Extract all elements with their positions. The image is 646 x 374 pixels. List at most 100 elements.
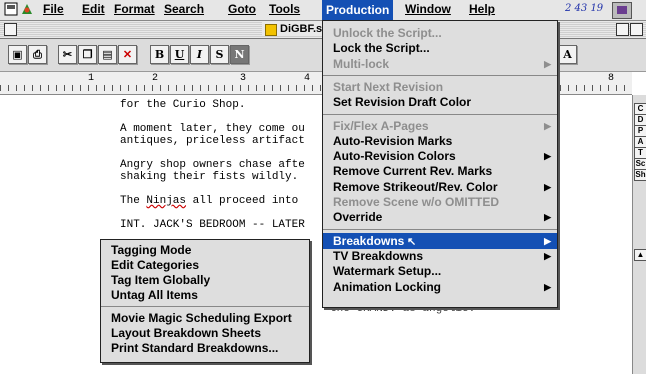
submenu-arrow-icon: ▶ xyxy=(544,181,551,192)
menu-item-override[interactable]: Override ▶ xyxy=(323,209,557,225)
ruler-mark: 4 xyxy=(304,73,311,84)
menu-item-label: Animation Locking xyxy=(333,279,441,294)
menu-tools[interactable]: Tools xyxy=(269,2,300,16)
menu-item-label: Breakdowns xyxy=(333,233,405,248)
menu-item-animation-locking[interactable]: Animation Locking ▶ xyxy=(323,279,557,295)
copy-icon[interactable]: ❐ xyxy=(78,45,97,64)
normal-button[interactable]: N xyxy=(230,45,249,64)
menu-item-remove-scene-w-o-omitted: Remove Scene w/o OMITTED xyxy=(323,194,557,210)
breakdowns-submenu: Tagging Mode Edit Categories Tag Item Glob… xyxy=(100,239,310,363)
print-icon[interactable]: ⎙ xyxy=(28,45,47,64)
menu-item-auto-revision-colors[interactable]: Auto-Revision Colors ▶ xyxy=(323,148,557,164)
apple-menu-icon[interactable] xyxy=(4,2,18,16)
submenu-arrow-icon: ▶ xyxy=(544,235,551,246)
menu-item-fix-flex-a-pages: Fix/Flex A-Pages ▶ xyxy=(323,118,557,134)
app-menu-icon[interactable] xyxy=(20,2,34,16)
menu-item-label: Remove Current Rev. Marks xyxy=(333,164,493,179)
zoom-box[interactable] xyxy=(616,23,629,36)
menu-item-remove-strikeout-rev-color[interactable]: Remove Strikeout/Rev. Color ▶ xyxy=(323,179,557,195)
menu-item-label: Lock the Script... xyxy=(333,41,430,56)
menu-item-layout-breakdown-sheets[interactable]: Layout Breakdown Sheets xyxy=(101,325,309,341)
menu-item-label: Set Revision Draft Color xyxy=(333,95,472,110)
menu-item-start-next-revision: Start Next Revision xyxy=(323,79,557,95)
clock: 2 43 19 xyxy=(565,3,604,14)
menu-goto[interactable]: Goto xyxy=(228,2,256,16)
strike-button[interactable]: S xyxy=(210,45,229,64)
menu-separator xyxy=(323,228,557,230)
scroll-up-arrow-icon[interactable]: ▲ xyxy=(634,249,646,261)
submenu-arrow-icon: ▶ xyxy=(544,120,551,131)
ruler-mark: 1 xyxy=(88,73,95,84)
close-box[interactable] xyxy=(4,23,17,36)
menu-separator xyxy=(323,74,557,76)
menu-bar: File Edit Format Search Goto Tools Produ… xyxy=(0,0,646,21)
script-line: The Ninjas all proceed into xyxy=(120,195,299,207)
menu-item-label: Auto-Revision Marks xyxy=(333,133,453,148)
menu-item-label: Start Next Revision xyxy=(333,79,444,94)
menu-item-watermark-setup[interactable]: Watermark Setup... xyxy=(323,263,557,279)
ruler-mark: 3 xyxy=(240,73,247,84)
menu-production[interactable]: Production xyxy=(322,0,394,20)
menu-help[interactable]: Help xyxy=(469,2,495,16)
italic-button[interactable]: I xyxy=(190,45,209,64)
menu-item-tv-breakdowns[interactable]: TV Breakdowns ▶ xyxy=(323,248,557,264)
script-line: INT. JACK'S BEDROOM -- LATER xyxy=(120,219,305,231)
scroll-tab-sh[interactable]: Sh xyxy=(634,169,646,181)
script-line: for the Curio Shop. xyxy=(120,99,246,111)
menu-item-breakdowns[interactable]: Breakdowns ▶ ↖ xyxy=(323,232,557,249)
menu-item-label: Movie Magic Scheduling Export xyxy=(111,311,292,325)
save-icon[interactable]: ▣ xyxy=(8,45,27,64)
submenu-arrow-icon: ▶ xyxy=(544,151,551,162)
window-title-text: DiGBF.s xyxy=(280,23,323,35)
menu-edit[interactable]: Edit xyxy=(82,2,105,16)
menu-search[interactable]: Search xyxy=(164,2,204,16)
script-line: Angry shop owners chase afte xyxy=(120,159,305,171)
menu-item-movie-magic-scheduling-export[interactable]: Movie Magic Scheduling Export xyxy=(101,310,309,326)
ruler-mark: 2 xyxy=(152,73,159,84)
app-switcher-icon[interactable] xyxy=(612,2,632,19)
menu-item-untag-all-items[interactable]: Untag All Items xyxy=(101,287,309,303)
script-line: shaking their fists wildly. xyxy=(120,171,299,183)
menu-item-print-standard-breakdowns[interactable]: Print Standard Breakdowns... xyxy=(101,340,309,356)
menu-item-label: Edit Categories xyxy=(111,258,200,272)
window-title: DiGBF.s xyxy=(262,22,327,36)
menu-window[interactable]: Window xyxy=(405,2,451,16)
menu-item-set-revision-draft-color[interactable]: Set Revision Draft Color xyxy=(323,94,557,110)
menu-item-tag-item-globally[interactable]: Tag Item Globally xyxy=(101,272,309,288)
cut-icon[interactable]: ✂ xyxy=(58,45,77,64)
menu-item-label: Tagging Mode xyxy=(111,243,192,257)
toolbar-right-button[interactable]: A xyxy=(558,45,577,64)
menu-separator xyxy=(323,113,557,115)
menu-item-label: Watermark Setup... xyxy=(333,264,442,279)
menu-item-label: Print Standard Breakdowns... xyxy=(111,341,279,355)
menu-item-label: Remove Strikeout/Rev. Color xyxy=(333,179,498,194)
menu-item-label: Override xyxy=(333,210,383,225)
production-menu: Unlock the Script... Lock the Script... Mu… xyxy=(322,20,558,308)
document-icon xyxy=(265,24,277,36)
menu-item-auto-revision-marks[interactable]: Auto-Revision Marks xyxy=(323,133,557,149)
menu-item-label: Remove Scene w/o OMITTED xyxy=(333,195,500,209)
menu-format[interactable]: Format xyxy=(114,2,155,16)
menu-item-label: Multi-lock xyxy=(333,56,389,71)
submenu-arrow-icon: ▶ xyxy=(544,58,551,69)
menu-item-label: TV Breakdowns xyxy=(333,248,424,263)
ruler-mark: 8 xyxy=(608,73,615,84)
bold-button[interactable]: B xyxy=(150,45,169,64)
paste-icon[interactable]: ▤ xyxy=(98,45,117,64)
menu-item-label: Layout Breakdown Sheets xyxy=(111,326,262,340)
submenu-arrow-icon: ▶ xyxy=(544,212,551,223)
clear-icon[interactable]: ✕ xyxy=(118,45,137,64)
submenu-arrow-icon: ▶ xyxy=(544,250,551,261)
menu-item-edit-categories[interactable]: Edit Categories xyxy=(101,257,309,273)
menu-item-label: Tag Item Globally xyxy=(111,273,211,287)
underline-button[interactable]: U xyxy=(170,45,189,64)
menu-file[interactable]: File xyxy=(43,2,64,16)
menu-separator xyxy=(101,306,309,307)
menu-item-tagging-mode[interactable]: Tagging Mode xyxy=(101,242,309,258)
menu-item-remove-current-rev-marks[interactable]: Remove Current Rev. Marks xyxy=(323,163,557,179)
collapse-box[interactable] xyxy=(630,23,643,36)
vertical-scrollbar[interactable]: C D P A T Sc Sh ▲ xyxy=(632,95,646,374)
menu-item-label: Untag All Items xyxy=(111,288,198,302)
menu-item-lock-the-script[interactable]: Lock the Script... xyxy=(323,40,557,56)
menu-item-unlock-the-script: Unlock the Script... xyxy=(323,25,557,41)
